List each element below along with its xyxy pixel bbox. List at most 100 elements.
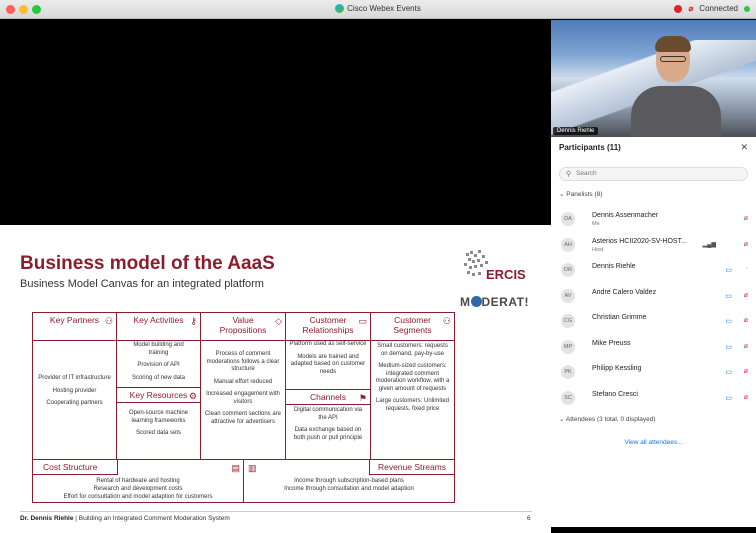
revenue-chart-icon: ▥	[248, 463, 257, 473]
revenue-streams-title: Revenue Streams	[377, 462, 447, 472]
mic-activity-icon[interactable]: ·	[746, 265, 748, 272]
avatar: AH	[561, 237, 575, 252]
cr-item: Platform used as self-service	[289, 341, 367, 347]
relationships-icon: ▭	[358, 316, 367, 326]
speaker-video[interactable]: Dennis Riehle	[551, 20, 756, 137]
muted-mic-icon[interactable]: ⌀	[744, 240, 748, 248]
moderat-logo-b: DERAT!	[481, 295, 529, 309]
avatar: DR	[561, 263, 575, 277]
muted-mic-icon[interactable]: ⌀	[744, 316, 748, 324]
list-item[interactable]: CG Christian Grimme ▭ ⌀	[551, 309, 756, 335]
kp-item: Hosting provider	[52, 387, 97, 394]
slide-page-number: 6	[527, 515, 531, 522]
key-resources-title: Key Resources	[129, 390, 188, 400]
shared-content-stage: Business model of the AaaS Business Mode…	[0, 20, 551, 533]
connection-status: Connected	[699, 4, 738, 13]
revenue-streams-cell: ▥ Revenue Streams Income through subscri…	[243, 459, 455, 503]
attendees-label: Attendees (3 total, 0 displayed)	[565, 416, 656, 423]
muted-mic-icon[interactable]: ⌀	[744, 291, 748, 299]
search-input[interactable]	[576, 170, 736, 177]
avatar: MP	[561, 339, 575, 354]
key-resources-header: Key Resources ⚙	[117, 388, 200, 403]
ka-item: Model building and training	[133, 342, 184, 356]
view-all-attendees-link[interactable]: View all attendees...	[551, 439, 756, 446]
customer-segments-body: Small customers: requests on demand, pay…	[374, 343, 451, 418]
value-propositions-header: Value Propositions ◇	[201, 313, 285, 341]
vp-item: Increased engagement with visitors	[206, 391, 280, 405]
avatar: CG	[561, 314, 575, 328]
value-propositions-body: Process of comment moderations follows a…	[204, 351, 282, 431]
participant-name: Dennis Riehle	[592, 263, 636, 270]
participant-name: Asterios HCII2020-SV-HOST...	[592, 237, 687, 245]
list-item[interactable]: DR Dennis Riehle ▭ ·	[551, 258, 756, 284]
resources-icon: ⚙	[188, 391, 197, 401]
title-bar-status: ⌀ Connected	[674, 4, 750, 13]
channels-header: Channels ⚑	[286, 390, 370, 405]
video-name-label: Dennis Riehle	[553, 127, 599, 135]
participant-name: Mike Preuss	[592, 339, 631, 347]
ch-item: Digital communication via the API	[293, 407, 363, 421]
ercis-logo-text: ERCIS	[486, 267, 526, 282]
list-item[interactable]: PK Philipp Kessling ▭ ⌀	[551, 360, 756, 386]
customer-relationships-header: Customer Relationships ▭	[286, 313, 370, 341]
list-item[interactable]: DA Dennis Assenmacher Me ⌀	[551, 207, 756, 233]
ercis-logo: ERCIS	[464, 250, 526, 282]
kr-item: Open-source machine learning frameworks	[128, 410, 189, 424]
participant-role: Me	[592, 221, 600, 227]
attendees-section-toggle[interactable]: ⌄ Attendees (3 total, 0 displayed)	[559, 415, 656, 423]
speaker-torso	[631, 86, 721, 137]
list-item[interactable]: AV Andre Calero Valdez ▭ ⌀	[551, 284, 756, 310]
customer-segments-header: Customer Segments ⚇	[371, 313, 454, 341]
cost-item: Effort for consultation and model adapti…	[63, 494, 213, 500]
key-partners-body: Provider of IT infrastructure Hosting pr…	[36, 375, 113, 413]
value-propositions-cell: Value Propositions ◇ Process of comment m…	[200, 312, 286, 460]
video-icon[interactable]: ▭	[725, 266, 732, 274]
vp-item: Clean comment sections are attractive fo…	[204, 411, 282, 425]
muted-mic-icon[interactable]: ⌀	[744, 342, 748, 350]
participant-search[interactable]: ⚲	[559, 167, 748, 181]
cost-structure-title: Cost Structure	[43, 462, 98, 472]
participants-title: Participants (11)	[559, 143, 621, 152]
video-icon[interactable]: ▭	[725, 292, 732, 300]
muted-mic-icon[interactable]: ⌀	[744, 214, 748, 222]
customer-segments-cell: Customer Segments ⚇ Small customers: requ…	[370, 312, 455, 460]
channels-icon: ⚑	[358, 393, 367, 403]
channels-title: Channels	[310, 392, 346, 402]
participant-name: Stefano Cresci	[592, 390, 638, 398]
list-item[interactable]: AH Asterios HCII2020-SV-HOST... Host ▂▄▆…	[551, 233, 756, 259]
muted-mic-icon[interactable]: ⌀	[688, 4, 693, 13]
key-resources-cell: Key Resources ⚙ Open-source machine learn…	[116, 387, 201, 460]
muted-mic-icon[interactable]: ⌀	[744, 393, 748, 401]
video-icon[interactable]: ▭	[725, 317, 732, 325]
recording-icon	[674, 4, 683, 13]
participant-name: Dennis Assenmacher	[592, 212, 659, 219]
panelist-list: DA Dennis Assenmacher Me ⌀ AH Asterios H…	[551, 207, 756, 411]
value-propositions-title: Value Propositions	[219, 315, 267, 335]
title-bar: Cisco Webex Events ⌀ Connected	[0, 0, 756, 19]
cs-item: Medium-sized customers: integrated comme…	[375, 363, 450, 392]
app-title-text: Cisco Webex Events	[347, 4, 421, 13]
slide-subtitle: Business Model Canvas for an integrated …	[20, 278, 264, 290]
video-icon[interactable]: ▭	[725, 368, 732, 376]
moderat-logo-a: M	[460, 295, 471, 309]
kp-item: Cooperating partners	[46, 400, 103, 406]
cost-structure-header: Cost Structure	[33, 460, 118, 475]
avatar: DA	[561, 212, 575, 226]
close-icon[interactable]: ✕	[740, 142, 748, 153]
list-item[interactable]: MP Mike Preuss ▭ ⌀	[551, 335, 756, 361]
video-icon[interactable]: ▭	[725, 394, 732, 402]
footer-divider	[20, 511, 532, 512]
key-activities-header: Key Activities ⚷	[117, 313, 200, 341]
participant-name: Andre Calero Valdez	[592, 288, 657, 296]
list-item[interactable]: SC Stefano Cresci ▭ ⌀	[551, 386, 756, 412]
muted-mic-icon[interactable]: ⌀	[744, 367, 748, 375]
participant-name: Christian Grimme	[592, 314, 647, 321]
panelists-section-toggle[interactable]: ⌄ Panelists (8)	[559, 190, 602, 198]
panelists-label: Panelists (8)	[566, 191, 603, 198]
kp-item: Provider of IT infrastructure	[38, 375, 111, 381]
speaker-glasses	[660, 56, 686, 62]
video-icon[interactable]: ▭	[725, 343, 732, 351]
avatar: PK	[561, 365, 575, 379]
key-activities-cell: Key Activities ⚷ Model building and train…	[116, 312, 201, 388]
participants-panel: Participants (11) ✕ ⚲ ⌄ Panelists (8) DA…	[551, 137, 756, 527]
